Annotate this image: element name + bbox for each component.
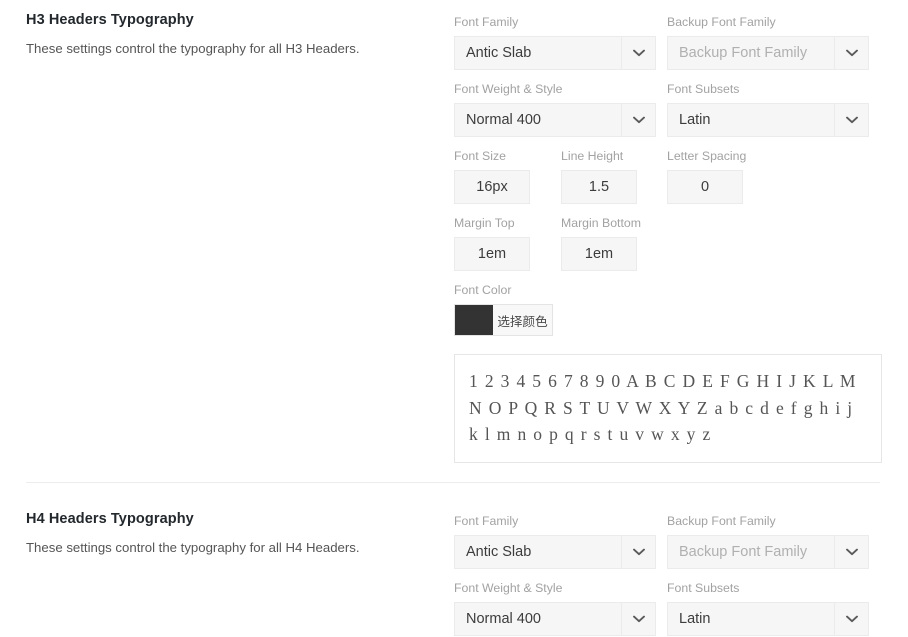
input-letter-spacing-h3[interactable]	[667, 170, 743, 205]
select-font-family-h3-value: Antic Slab	[466, 45, 532, 62]
input-margin-bottom-h3[interactable]	[561, 237, 637, 272]
page-title-h3: H3 Headers Typography	[26, 12, 194, 28]
label-margin-top-h3: Margin Top	[454, 216, 515, 230]
field-font-color-h3: Font Color 选择颜色	[454, 284, 614, 340]
input-margin-top-h3[interactable]	[454, 237, 530, 272]
label-letter-spacing-h3: Letter Spacing	[667, 149, 747, 163]
select-backup-font-family-h4-value: Backup Font Family	[679, 544, 808, 561]
field-backup-font-family-h3: Backup Font Family Backup Font Family	[667, 15, 869, 71]
label-margin-bottom-h3: Margin Bottom	[561, 216, 641, 230]
chevron-down-icon	[621, 37, 655, 70]
section-subtitle-h4: These settings control the typography fo…	[26, 540, 360, 556]
font-preview-box-h3: 1 2 3 4 5 6 7 8 9 0 A B C D E F G H I J …	[454, 354, 882, 463]
field-letter-spacing-h3: Letter Spacing	[667, 149, 747, 205]
field-line-height-h3: Line Height	[561, 149, 637, 205]
select-font-family-h4-value: Antic Slab	[466, 544, 532, 561]
field-font-family-h4: Font Family Antic Slab	[454, 514, 656, 570]
select-font-weight-style-h3-value: Normal 400	[466, 112, 541, 129]
select-backup-font-family-h3-value: Backup Font Family	[679, 45, 808, 62]
label-font-size-h3: Font Size	[454, 149, 506, 163]
select-font-weight-style-h4[interactable]: Normal 400	[454, 602, 656, 637]
select-font-weight-style-h3[interactable]: Normal 400	[454, 103, 656, 138]
label-font-family-h4: Font Family	[454, 514, 519, 528]
field-font-size-h3: Font Size	[454, 149, 530, 205]
field-backup-font-family-h4: Backup Font Family Backup Font Family	[667, 514, 869, 570]
color-picker-button-h3[interactable]: 选择颜色	[454, 304, 553, 337]
field-font-subsets-h4: Font Subsets Latin	[667, 581, 869, 637]
select-font-subsets-h3-value: Latin	[679, 112, 711, 129]
field-font-weight-style-h3: Font Weight & Style Normal 400	[454, 82, 656, 138]
field-font-weight-style-h4: Font Weight & Style Normal 400	[454, 581, 656, 637]
field-font-subsets-h3: Font Subsets Latin	[667, 82, 869, 138]
chevron-down-icon	[834, 104, 868, 137]
label-font-subsets-h4: Font Subsets	[667, 581, 740, 595]
field-font-preview-h3: 1 2 3 4 5 6 7 8 9 0 A B C D E F G H I J …	[454, 354, 882, 463]
color-picker-label-h3: 选择颜色	[497, 314, 548, 329]
select-font-subsets-h4[interactable]: Latin	[667, 602, 869, 637]
h3-description-column: H3 Headers Typography These settings con…	[26, 12, 436, 58]
field-margin-top-h3: Margin Top	[454, 216, 530, 272]
label-font-color-h3: Font Color	[454, 283, 512, 297]
section-divider	[26, 482, 880, 483]
field-margin-bottom-h3: Margin Bottom	[561, 216, 641, 272]
label-line-height-h3: Line Height	[561, 149, 624, 163]
label-backup-font-family-h3: Backup Font Family	[667, 15, 776, 29]
label-font-weight-style-h3: Font Weight & Style	[454, 82, 563, 96]
chevron-down-icon	[621, 536, 655, 569]
label-font-subsets-h3: Font Subsets	[667, 82, 740, 96]
label-backup-font-family-h4: Backup Font Family	[667, 514, 776, 528]
select-font-subsets-h3[interactable]: Latin	[667, 103, 869, 138]
select-font-family-h3[interactable]: Antic Slab	[454, 36, 656, 71]
chevron-down-icon	[834, 603, 868, 636]
color-swatch-h3	[455, 305, 493, 336]
input-font-size-h3[interactable]	[454, 170, 530, 205]
label-font-family-h3: Font Family	[454, 15, 519, 29]
select-backup-font-family-h3[interactable]: Backup Font Family	[667, 36, 869, 71]
chevron-down-icon	[621, 104, 655, 137]
input-line-height-h3[interactable]	[561, 170, 637, 205]
label-font-weight-style-h4: Font Weight & Style	[454, 581, 563, 595]
select-font-subsets-h4-value: Latin	[679, 611, 711, 628]
typography-settings-page: H3 Headers Typography These settings con…	[0, 0, 908, 637]
select-font-family-h4[interactable]: Antic Slab	[454, 535, 656, 570]
chevron-down-icon	[621, 603, 655, 636]
h4-description-column: H4 Headers Typography These settings con…	[26, 511, 436, 557]
section-subtitle-h3: These settings control the typography fo…	[26, 41, 360, 57]
select-font-weight-style-h4-value: Normal 400	[466, 611, 541, 628]
page-title-h4: H4 Headers Typography	[26, 511, 194, 527]
chevron-down-icon	[834, 536, 868, 569]
chevron-down-icon	[834, 37, 868, 70]
select-backup-font-family-h4[interactable]: Backup Font Family	[667, 535, 869, 570]
field-font-family-h3: Font Family Antic Slab	[454, 15, 656, 71]
